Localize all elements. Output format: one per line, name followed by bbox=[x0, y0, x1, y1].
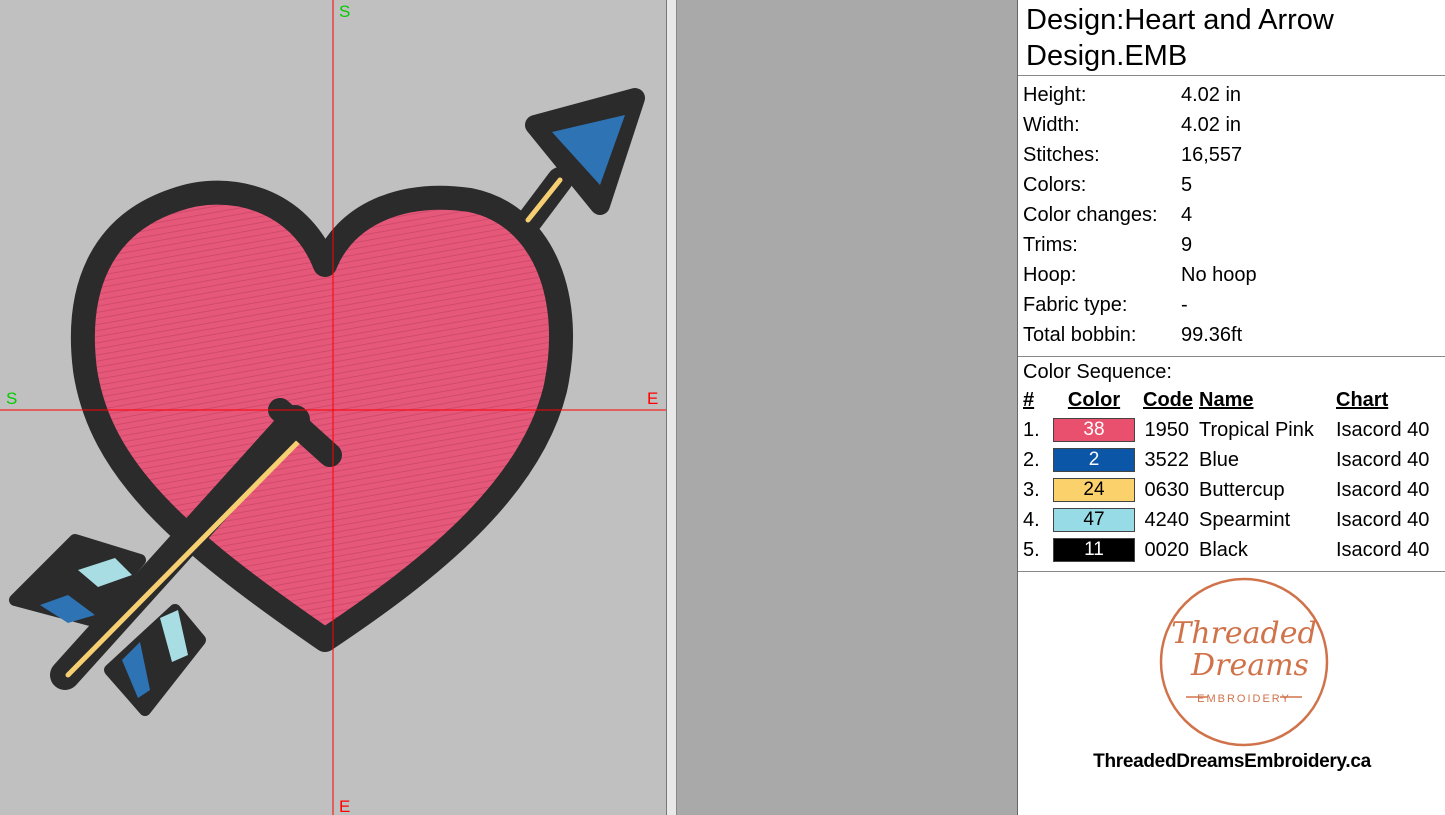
prop-value: No hoop bbox=[1181, 263, 1257, 286]
thread-name: Blue bbox=[1199, 448, 1240, 471]
header-chart: Chart bbox=[1336, 388, 1389, 411]
row-num: 3. bbox=[1023, 478, 1040, 501]
color-swatch: 11 bbox=[1053, 538, 1135, 562]
prop-value: 16,557 bbox=[1181, 143, 1243, 166]
prop-value: 4.02 in bbox=[1181, 83, 1242, 106]
header-code: Code bbox=[1143, 388, 1193, 411]
header-name: Name bbox=[1199, 388, 1254, 411]
thread-code: 3522 bbox=[1144, 448, 1190, 471]
prop-label: Color changes: bbox=[1023, 203, 1158, 226]
end-label-right: E bbox=[647, 389, 659, 408]
prop-label: Hoop: bbox=[1023, 263, 1077, 286]
thread-chart: Isacord 40 bbox=[1336, 418, 1430, 441]
prop-label: Fabric type: bbox=[1023, 293, 1128, 316]
color-sequence-row: 4. 47 4240 Spearmint Isacord 40 bbox=[1018, 505, 1445, 535]
color-sequence-title: Color Sequence: bbox=[1023, 361, 1172, 383]
prop-fabric-type: Fabric type: - bbox=[1018, 290, 1445, 320]
properties-list: Height: 4.02 in Width: 4.02 in Stitches: 16… bbox=[1018, 76, 1445, 357]
prop-value: 4 bbox=[1181, 203, 1193, 226]
thread-name: Spearmint bbox=[1199, 508, 1291, 531]
prop-label: Colors: bbox=[1023, 173, 1087, 196]
prop-colors: Colors: 5 bbox=[1018, 170, 1445, 200]
color-sequence-header: # Color Code Name Chart bbox=[1018, 385, 1445, 415]
logo-url: ThreadedDreamsEmbroidery.ca bbox=[1093, 751, 1371, 772]
logo-line1: Threaded bbox=[1171, 616, 1316, 651]
thread-chart: Isacord 40 bbox=[1336, 508, 1430, 531]
row-num: 2. bbox=[1023, 448, 1040, 471]
header-num: # bbox=[1023, 388, 1035, 411]
thread-chart: Isacord 40 bbox=[1336, 538, 1430, 561]
header-color: Color bbox=[1067, 388, 1121, 411]
color-sequence-row: 5. 11 0020 Black Isacord 40 bbox=[1018, 535, 1445, 565]
prop-label: Width: bbox=[1023, 113, 1080, 136]
row-num: 4. bbox=[1023, 508, 1040, 531]
prop-height: Height: 4.02 in bbox=[1018, 80, 1445, 110]
prop-value: 4.02 in bbox=[1181, 113, 1242, 136]
prop-value: - bbox=[1181, 293, 1188, 316]
color-sequence-row: 1. 38 1950 Tropical Pink Isacord 40 bbox=[1018, 415, 1445, 445]
prop-width: Width: 4.02 in bbox=[1018, 110, 1445, 140]
workspace-background bbox=[677, 0, 1008, 815]
prop-label: Stitches: bbox=[1023, 143, 1100, 166]
thread-code: 0020 bbox=[1144, 538, 1190, 561]
design-canvas[interactable]: S S E E bbox=[0, 0, 667, 815]
thread-code: 0630 bbox=[1144, 478, 1190, 501]
prop-label: Total bobbin: bbox=[1023, 323, 1137, 346]
thread-name: Buttercup bbox=[1199, 478, 1285, 501]
prop-color-changes: Color changes: 4 bbox=[1018, 200, 1445, 230]
prop-stitches: Stitches: 16,557 bbox=[1018, 140, 1445, 170]
start-label-top: S bbox=[339, 2, 351, 21]
thread-name: Tropical Pink bbox=[1199, 418, 1314, 441]
row-num: 1. bbox=[1023, 418, 1040, 441]
logo-line3: EMBROIDERY bbox=[1197, 693, 1291, 705]
thread-code: 1950 bbox=[1144, 418, 1190, 441]
prop-value: 99.36ft bbox=[1181, 323, 1243, 346]
prop-value: 9 bbox=[1181, 233, 1193, 256]
design-preview bbox=[0, 0, 666, 815]
logo-line2: Dreams bbox=[1190, 648, 1309, 683]
end-label-bottom: E bbox=[339, 797, 351, 815]
prop-total-bobbin: Total bobbin: 99.36ft bbox=[1018, 320, 1445, 350]
color-sequence-row: 2. 2 3522 Blue Isacord 40 bbox=[1018, 445, 1445, 475]
color-sequence: Color Sequence: # Color Code Name Chart … bbox=[1018, 359, 1445, 572]
prop-value: 5 bbox=[1181, 173, 1193, 196]
row-num: 5. bbox=[1023, 538, 1040, 561]
thread-chart: Isacord 40 bbox=[1336, 448, 1430, 471]
prop-label: Height: bbox=[1023, 83, 1087, 106]
color-swatch: 47 bbox=[1053, 508, 1135, 532]
thread-chart: Isacord 40 bbox=[1336, 478, 1430, 501]
color-sequence-row: 3. 24 0630 Buttercup Isacord 40 bbox=[1018, 475, 1445, 505]
logo-circle-icon: Threaded Dreams EMBROIDERY bbox=[1159, 577, 1329, 747]
color-swatch: 24 bbox=[1053, 478, 1135, 502]
color-swatch: 38 bbox=[1053, 418, 1135, 442]
prop-hoop: Hoop: No hoop bbox=[1018, 260, 1445, 290]
canvas-scrollbar[interactable] bbox=[667, 0, 677, 815]
brand-logo: Threaded Dreams EMBROIDERY ThreadedDream… bbox=[1018, 575, 1445, 815]
prop-trims: Trims: 9 bbox=[1018, 230, 1445, 260]
design-info-panel: Design:Heart and Arrow Design.EMB Height… bbox=[1017, 0, 1445, 815]
thread-code: 4240 bbox=[1144, 508, 1190, 531]
design-title: Design:Heart and Arrow Design.EMB bbox=[1018, 0, 1445, 76]
start-label-left: S bbox=[6, 389, 18, 408]
thread-name: Black bbox=[1199, 538, 1248, 561]
color-swatch: 2 bbox=[1053, 448, 1135, 472]
prop-label: Trims: bbox=[1023, 233, 1078, 256]
